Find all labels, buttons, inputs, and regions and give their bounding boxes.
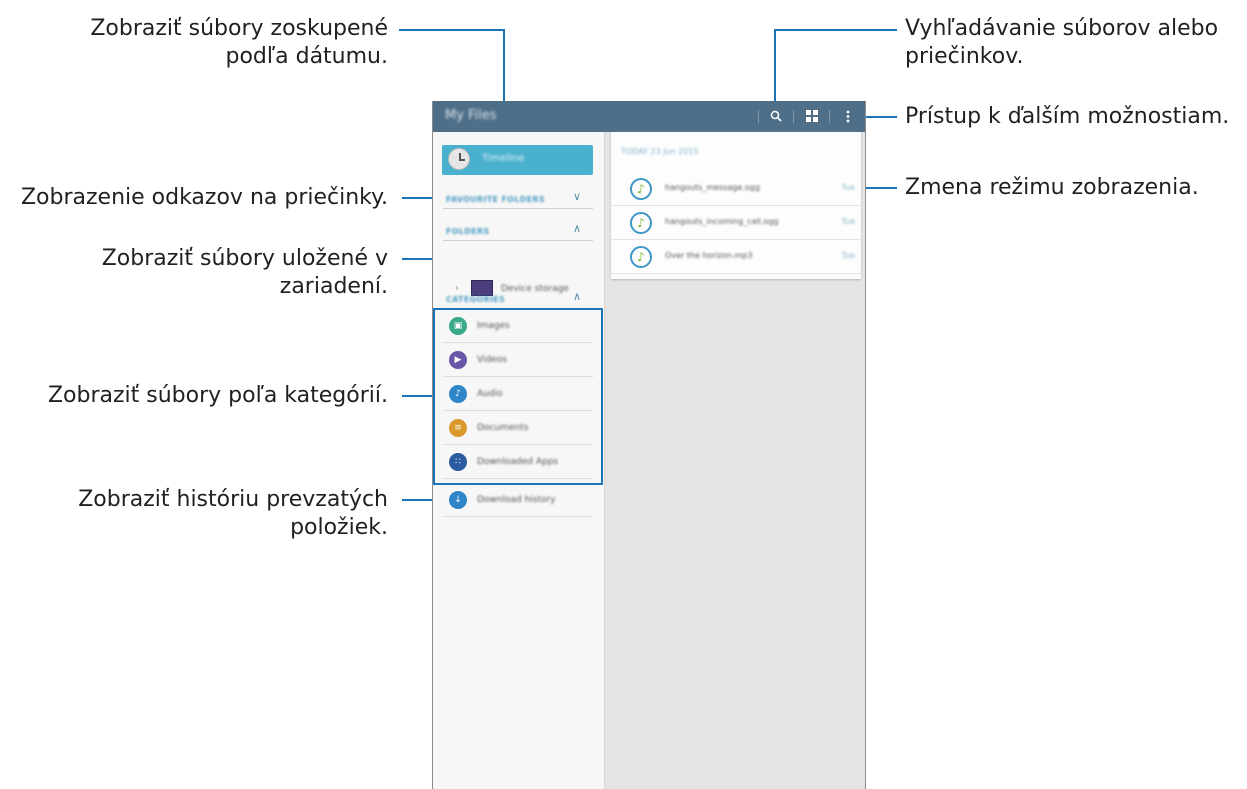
callout-view-mode-text: Zmena režimu zobrazenia. bbox=[905, 175, 1199, 200]
device-storage-icon bbox=[471, 280, 493, 296]
file-row[interactable]: ♪ hangouts_message.ogg Tue bbox=[611, 172, 861, 206]
divider bbox=[443, 240, 593, 241]
callout-device-files: Zobraziť súbory uložené v zariadení. bbox=[102, 245, 388, 301]
view-mode-grid-icon[interactable] bbox=[801, 105, 823, 127]
music-note-icon: ♪ bbox=[630, 212, 652, 234]
callout-device-files-line2: zariadení. bbox=[279, 274, 388, 299]
timeline-item[interactable]: Timeline bbox=[442, 145, 593, 175]
callout-categories: Zobraziť súbory poľa kategórií. bbox=[48, 382, 388, 410]
callout-date-grouped: Zobraziť súbory zoskupené podľa dátumu. bbox=[90, 15, 388, 71]
music-note-icon: ♪ bbox=[630, 178, 652, 200]
callout-download-history: Zobraziť históriu prevzatých položiek. bbox=[78, 486, 388, 542]
chevron-down-icon[interactable]: ∨ bbox=[573, 190, 581, 203]
callout-folder-shortcuts-text: Zobrazenie odkazov na priečinky. bbox=[20, 185, 388, 210]
callout-date-grouped-line2: podľa dátumu. bbox=[225, 44, 389, 69]
callout-device-files-line1: Zobraziť súbory uložené v bbox=[101, 246, 388, 271]
more-options-icon[interactable] bbox=[837, 105, 859, 127]
file-time: Tue bbox=[841, 217, 855, 226]
callout-more-options-text: Prístup k ďalším možnostiam. bbox=[905, 104, 1230, 129]
file-time: Tue bbox=[841, 183, 855, 192]
favourite-folders-header[interactable]: FAVOURITE FOLDERS bbox=[446, 195, 545, 204]
music-note-icon: ♪ bbox=[630, 246, 652, 268]
callout-download-history-line2: položiek. bbox=[290, 515, 388, 540]
file-row[interactable]: ♪ hangouts_incoming_call.ogg Tue bbox=[611, 206, 861, 240]
file-row[interactable]: ♪ Over the horizon.mp3 Tue bbox=[611, 240, 861, 274]
callout-search-line1: Vyhľadávanie súborov alebo bbox=[905, 16, 1219, 41]
callout-search-line2: priečinkov. bbox=[905, 44, 1024, 69]
folders-header[interactable]: FOLDERS bbox=[446, 227, 490, 236]
chevron-right-icon[interactable]: › bbox=[455, 283, 459, 294]
categories-header[interactable]: CATEGORIES bbox=[446, 295, 505, 304]
callout-download-history-line1: Zobraziť históriu prevzatých bbox=[78, 487, 388, 512]
action-bar-divider bbox=[829, 110, 830, 123]
search-icon[interactable] bbox=[765, 105, 787, 127]
download-icon: ↓ bbox=[449, 491, 467, 509]
callout-categories-text: Zobraziť súbory poľa kategórií. bbox=[47, 383, 388, 408]
action-bar-divider bbox=[793, 110, 794, 123]
categories-highlight-box bbox=[433, 308, 603, 485]
timeline-label: Timeline bbox=[482, 153, 525, 164]
device-storage-label[interactable]: Device storage bbox=[501, 284, 569, 294]
download-history-label: Download history bbox=[477, 495, 556, 505]
action-bar: My Files bbox=[433, 101, 865, 132]
date-header: TODAY 23 Jun 2015 bbox=[621, 147, 699, 156]
file-name: hangouts_incoming_call.ogg bbox=[665, 217, 779, 226]
chevron-up-icon[interactable]: ∧ bbox=[573, 222, 581, 235]
callout-search: Vyhľadávanie súborov alebo priečinkov. bbox=[905, 15, 1218, 71]
file-list-panel: TODAY 23 Jun 2015 ♪ hangouts_message.ogg… bbox=[611, 132, 861, 279]
callout-view-mode: Zmena režimu zobrazenia. bbox=[905, 174, 1199, 202]
clock-icon bbox=[448, 148, 470, 170]
file-name: hangouts_message.ogg bbox=[665, 183, 760, 192]
file-name: Over the horizon.mp3 bbox=[665, 251, 753, 260]
action-bar-divider bbox=[758, 110, 759, 123]
file-time: Tue bbox=[841, 251, 855, 260]
chevron-up-icon[interactable]: ∧ bbox=[573, 290, 581, 303]
download-history-item[interactable]: ↓ Download history bbox=[443, 483, 593, 517]
divider bbox=[443, 208, 593, 209]
app-title: My Files bbox=[445, 108, 497, 123]
callout-date-grouped-line1: Zobraziť súbory zoskupené bbox=[90, 16, 388, 41]
callout-folder-shortcuts: Zobrazenie odkazov na priečinky. bbox=[21, 184, 388, 212]
callout-more-options: Prístup k ďalším možnostiam. bbox=[905, 103, 1229, 131]
